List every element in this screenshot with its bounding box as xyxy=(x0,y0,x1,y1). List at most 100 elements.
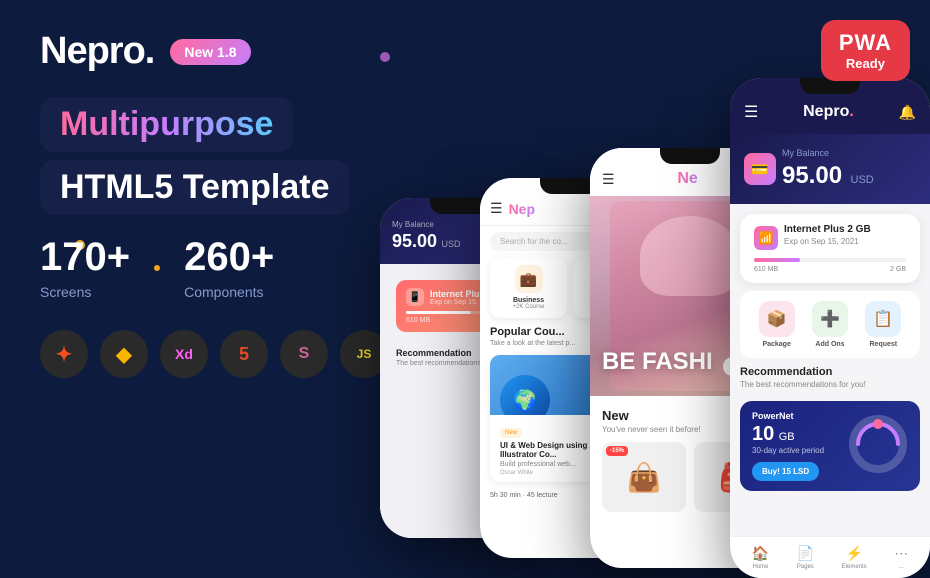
p4-balance-amount: 95.00 xyxy=(782,162,842,189)
balance-section: 💳 My Balance 95.00 USD xyxy=(730,134,930,204)
package-label: Package xyxy=(759,341,795,348)
plan-period: 30-day active period xyxy=(752,446,824,455)
plan-name: PowerNet xyxy=(752,411,824,421)
data-progress-fill xyxy=(754,258,800,262)
data-progress-bar xyxy=(754,258,906,262)
addons-action[interactable]: ➕ Add Ons xyxy=(812,301,848,348)
plan-unit: GB xyxy=(779,431,795,443)
phone-3-notch xyxy=(660,148,720,164)
pwa-label: PWA xyxy=(839,30,892,56)
bottom-nav: 🏠 Home 📄 Pages ⚡ Elements ⋯ ... xyxy=(730,536,930,578)
pages-nav-icon: 📄 xyxy=(797,545,814,562)
new-badge: New xyxy=(500,428,522,438)
data-card-icon: 📶 xyxy=(754,226,778,250)
more-nav-label: ... xyxy=(894,564,908,570)
brand-dot: . xyxy=(849,103,853,120)
balance-info: My Balance 95.00 USD xyxy=(782,148,874,190)
request-action[interactable]: 📋 Request xyxy=(865,301,901,348)
progress-fill xyxy=(406,311,471,314)
phones-container: My Balance 95.00 USD 📱 Internet Plus 2 G… xyxy=(350,0,930,578)
p4-balance-label: My Balance xyxy=(782,148,874,158)
search-placeholder: Search for the co... xyxy=(500,237,568,246)
data-card-info: Internet Plus 2 GB Exp on Sep 15, 2021 xyxy=(784,224,871,252)
balance-currency: USD xyxy=(442,239,461,249)
data-total: 2 GB xyxy=(890,266,906,273)
pages-nav-label: Pages xyxy=(797,564,814,570)
html5-text: HTML5 Template xyxy=(60,168,330,207)
data-used: 610 MB xyxy=(754,266,778,273)
figma-icon[interactable]: ✦ xyxy=(40,330,88,378)
plan-info: PowerNet 10 GB 30-day active period Buy!… xyxy=(752,411,824,481)
phone-3-brand: Ne xyxy=(677,170,697,188)
business-icon: 💼 xyxy=(515,265,543,293)
data-card-title: Internet Plus 2 GB xyxy=(784,224,871,235)
balance-amount-row: 95.00 USD xyxy=(782,162,874,190)
plan-icon-svg xyxy=(848,414,908,474)
action-buttons: 📦 Package ➕ Add Ons 📋 Request xyxy=(740,291,920,358)
business-count: +2K Course xyxy=(498,304,559,310)
buy-button[interactable]: Buy! 15 LSD xyxy=(752,462,819,481)
plan-size-row: 10 GB xyxy=(752,423,824,446)
phone-4-menu-icon: ☰ xyxy=(744,102,758,122)
phone-4-brand: Nepro xyxy=(803,103,849,120)
nav-pages[interactable]: 📄 Pages xyxy=(797,545,814,570)
business-card: 💼 Business +2K Course xyxy=(490,257,567,318)
xd-icon[interactable]: Xd xyxy=(160,330,208,378)
phone-4: ☰ Nepro. 🔔 💳 My Balance 95.00 USD xyxy=(730,78,930,578)
phone-4-brand-row: Nepro. xyxy=(803,103,854,121)
request-icon: 📋 xyxy=(865,301,901,337)
phone-3-menu: ☰ xyxy=(602,171,615,188)
package-icon: 📦 xyxy=(759,301,795,337)
discount-badge: -15% xyxy=(606,446,628,456)
data-card-exp: Exp on Sep 15, 2021 xyxy=(784,237,871,246)
phone-2-menu-icon: ☰ xyxy=(490,200,503,217)
balance-amount: 95.00 xyxy=(392,231,437,251)
nav-more[interactable]: ⋯ ... xyxy=(894,545,908,570)
business-label: Business xyxy=(498,297,559,304)
stat-separator xyxy=(154,265,160,271)
home-nav-label: Home xyxy=(752,564,769,570)
html5-block: HTML5 Template xyxy=(40,160,350,215)
package-action[interactable]: 📦 Package xyxy=(759,301,795,348)
version-badge: New 1.8 xyxy=(170,39,250,65)
plan-card: PowerNet 10 GB 30-day active period Buy!… xyxy=(740,401,920,491)
screens-number: 170+ xyxy=(40,235,130,280)
multipurpose-text: Multipurpose xyxy=(60,105,273,144)
components-number: 260+ xyxy=(184,235,274,280)
progress-used: 610 MB xyxy=(406,317,430,324)
sketch-icon[interactable]: ◆ xyxy=(100,330,148,378)
reco-sub: The best recommendations for you! xyxy=(740,380,920,389)
elements-nav-icon: ⚡ xyxy=(842,545,867,562)
hero-text: BE FASHI xyxy=(602,348,713,376)
screens-stat: 170+ Screens xyxy=(40,235,130,300)
addons-label: Add Ons xyxy=(812,341,848,348)
elements-nav-label: Elements xyxy=(842,564,867,570)
balance-icon: 💳 xyxy=(744,153,776,185)
sass-icon[interactable]: S xyxy=(280,330,328,378)
phone-4-notif: 🔔 xyxy=(899,104,916,121)
multipurpose-block: Multipurpose xyxy=(40,97,293,152)
product-1-image: 👜 -15% xyxy=(602,442,686,512)
plan-size: 10 xyxy=(752,423,774,445)
p4-balance-currency: USD xyxy=(851,174,874,186)
logo-text: Nepro. xyxy=(40,30,154,72)
product-1: 👜 -15% xyxy=(602,442,686,512)
phone-2-brand: Nep xyxy=(509,201,535,217)
logo: Nepro. xyxy=(40,30,154,73)
more-nav-icon: ⋯ xyxy=(894,545,908,562)
recommendation-section: Recommendation The best recommendations … xyxy=(730,358,930,401)
home-nav-icon: 🏠 xyxy=(752,545,769,562)
screens-label: Screens xyxy=(40,284,130,300)
reco-title: Recommendation xyxy=(740,366,920,378)
components-stat: 260+ Components xyxy=(184,235,274,300)
pwa-badge: PWA Ready xyxy=(821,20,910,81)
addons-icon: ➕ xyxy=(812,301,848,337)
pwa-ready-label: Ready xyxy=(839,56,892,71)
request-label: Request xyxy=(865,341,901,348)
data-stats: 610 MB 2 GB xyxy=(754,266,906,273)
nav-elements[interactable]: ⚡ Elements xyxy=(842,545,867,570)
components-label: Components xyxy=(184,284,274,300)
nav-home[interactable]: 🏠 Home xyxy=(752,545,769,570)
plan-visual xyxy=(848,414,908,479)
html5-icon[interactable]: 5 xyxy=(220,330,268,378)
